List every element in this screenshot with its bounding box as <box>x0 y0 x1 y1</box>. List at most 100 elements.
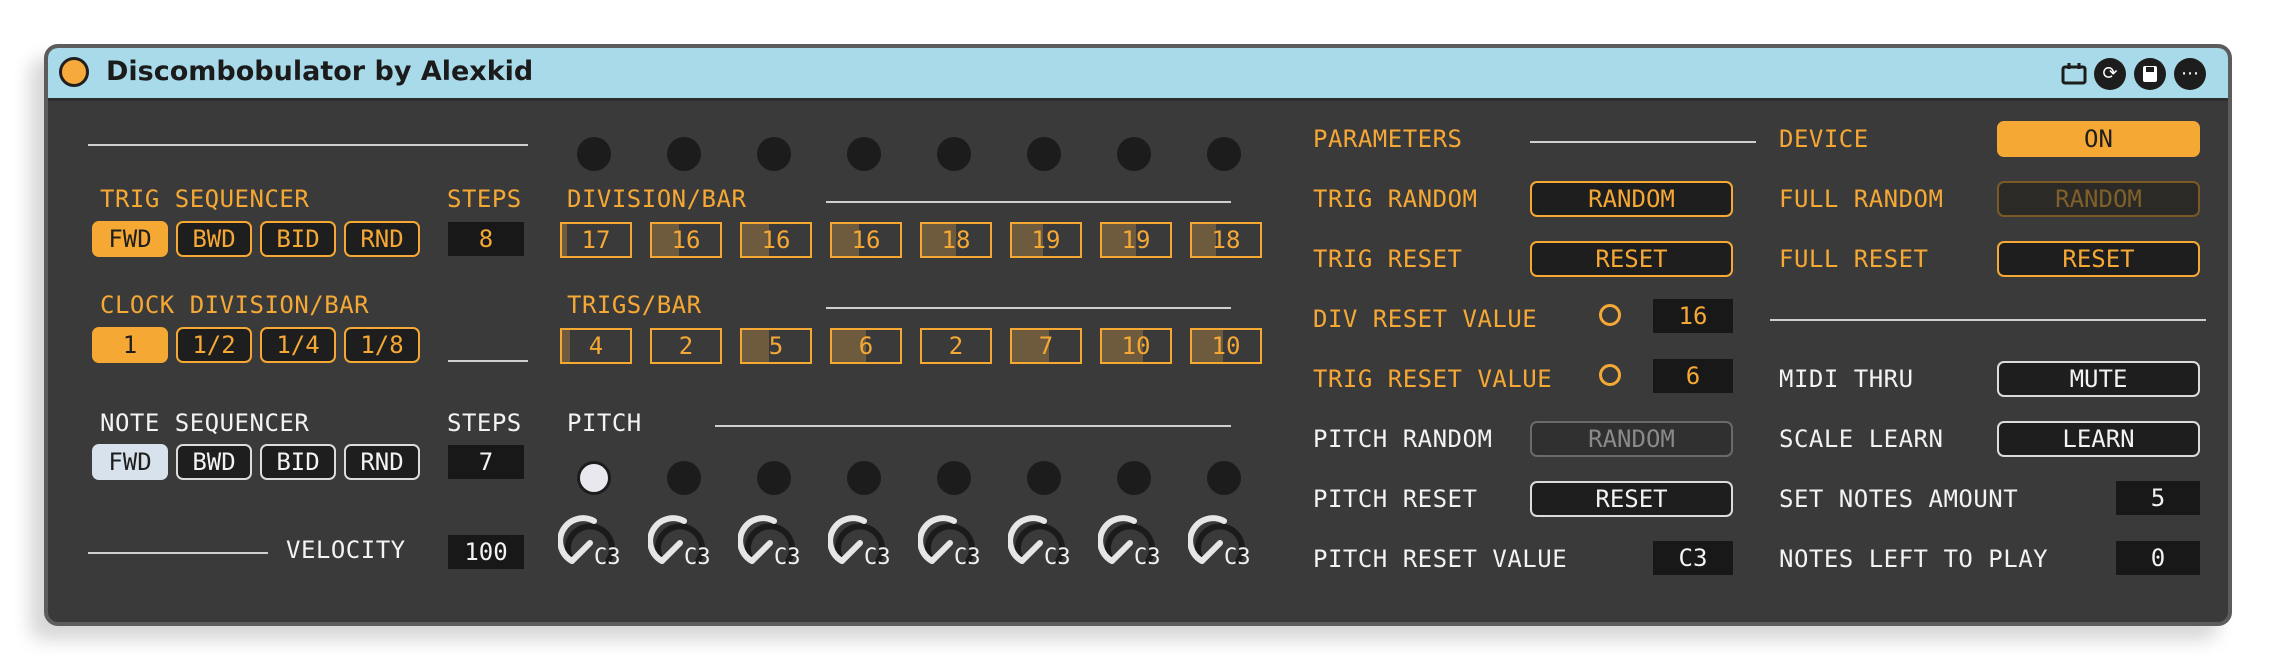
trigs-value: 10 <box>1121 332 1151 360</box>
note-mode-bwd-button[interactable]: BWD <box>176 444 252 480</box>
pitch-reset-value-label: PITCH RESET VALUE <box>1313 545 1568 573</box>
trigs-step-cell[interactable]: 2 <box>650 328 722 364</box>
trigs-value: 5 <box>768 332 784 360</box>
trig-step-dot <box>667 137 701 171</box>
full-reset-button[interactable]: RESET <box>1997 241 2200 277</box>
pitch-knob[interactable]: C3 <box>558 511 622 575</box>
pitch-label: PITCH <box>567 409 642 437</box>
pitch-knob[interactable]: C3 <box>828 511 892 575</box>
full-random-button[interactable]: RANDOM <box>1997 181 2200 217</box>
note-steps-value[interactable]: 7 <box>448 445 524 479</box>
division-step-cell[interactable]: 19 <box>1010 222 1082 258</box>
trigs-step-cell[interactable]: 10 <box>1100 328 1172 364</box>
trigs-step-cell[interactable]: 2 <box>920 328 992 364</box>
pitch-step-dot <box>1027 461 1061 495</box>
device-title: Discombobulator by Alexkid <box>106 56 534 87</box>
trig-random-button[interactable]: RANDOM <box>1530 181 1733 217</box>
refresh-icon[interactable]: ⟳ <box>2094 58 2126 90</box>
pitch-random-button[interactable]: RANDOM <box>1530 421 1733 457</box>
clock-1-4-button[interactable]: 1/4 <box>260 327 336 363</box>
pitch-knob[interactable]: C3 <box>738 511 802 575</box>
trig-step-dot <box>847 137 881 171</box>
division-step-cell[interactable]: 16 <box>740 222 812 258</box>
trig-mode-fwd-button[interactable]: FWD <box>92 221 168 257</box>
pitch-knob[interactable]: C3 <box>918 511 982 575</box>
pitch-note-label: C3 <box>1134 545 1161 570</box>
divider <box>826 307 1231 309</box>
divider <box>88 144 528 146</box>
pitch-knob[interactable]: C3 <box>1188 511 1252 575</box>
trig-steps-value[interactable]: 8 <box>448 222 524 256</box>
div-reset-value[interactable]: 16 <box>1653 299 1733 333</box>
set-notes-amount-value[interactable]: 5 <box>2116 481 2200 515</box>
pitch-knob[interactable]: C3 <box>648 511 712 575</box>
division-value: 17 <box>581 226 611 254</box>
division-step-cell[interactable]: 19 <box>1100 222 1172 258</box>
trigs-value: 6 <box>858 332 874 360</box>
trig-mode-rnd-button[interactable]: RND <box>344 221 420 257</box>
clock-1-8-button[interactable]: 1/8 <box>344 327 420 363</box>
trigs-step-cell[interactable]: 4 <box>560 328 632 364</box>
trig-mode-bid-button[interactable]: BID <box>260 221 336 257</box>
scale-learn-button[interactable]: LEARN <box>1997 421 2200 457</box>
trig-step-dot <box>1117 137 1151 171</box>
division-step-cell[interactable]: 18 <box>1190 222 1262 258</box>
trigs-step-cell[interactable]: 10 <box>1190 328 1262 364</box>
scale-learn-label: SCALE LEARN <box>1779 425 1944 453</box>
pitch-step-dot <box>937 461 971 495</box>
trigs-step-cell[interactable]: 7 <box>1010 328 1082 364</box>
trig-mode-bwd-button[interactable]: BWD <box>176 221 252 257</box>
pitch-knob[interactable]: C3 <box>1098 511 1162 575</box>
trig-reset-value[interactable]: 6 <box>1653 359 1733 393</box>
device-on-button[interactable]: ON <box>1997 121 2200 157</box>
notes-left-value: 0 <box>2116 541 2200 575</box>
calendar-icon[interactable] <box>2058 58 2090 90</box>
trig-reset-button[interactable]: RESET <box>1530 241 1733 277</box>
division-step-cell[interactable]: 18 <box>920 222 992 258</box>
note-mode-fwd-button[interactable]: FWD <box>92 444 168 480</box>
parameters-label: PARAMETERS <box>1313 125 1463 153</box>
div-reset-value-label: DIV RESET VALUE <box>1313 305 1538 333</box>
division-value: 19 <box>1031 226 1061 254</box>
pitch-knob[interactable]: C3 <box>1008 511 1072 575</box>
midi-thru-label: MIDI THRU <box>1779 365 1914 393</box>
division-step-cell[interactable]: 16 <box>830 222 902 258</box>
pitch-note-label: C3 <box>1224 545 1251 570</box>
pitch-reset-button[interactable]: RESET <box>1530 481 1733 517</box>
divider <box>448 360 528 362</box>
pitch-step-dot <box>847 461 881 495</box>
trig-step-dot <box>1027 137 1061 171</box>
trig-sequencer-label: TRIG SEQUENCER <box>100 185 310 213</box>
pitch-step-dot <box>667 461 701 495</box>
set-notes-amount-label: SET NOTES AMOUNT <box>1779 485 2019 513</box>
division-step-cell[interactable]: 16 <box>650 222 722 258</box>
div-reset-toggle[interactable] <box>1599 304 1621 326</box>
trig-reset-toggle[interactable] <box>1599 364 1621 386</box>
clock-1-2-button[interactable]: 1/2 <box>176 327 252 363</box>
division-step-cell[interactable]: 17 <box>560 222 632 258</box>
device-activator-button[interactable] <box>59 57 89 87</box>
notes-left-label: NOTES LEFT TO PLAY <box>1779 545 2049 573</box>
midi-thru-button[interactable]: MUTE <box>1997 361 2200 397</box>
save-icon[interactable] <box>2134 58 2166 90</box>
velocity-value[interactable]: 100 <box>448 535 524 569</box>
pitch-reset-value[interactable]: C3 <box>1653 541 1733 575</box>
pitch-step-dot <box>757 461 791 495</box>
trigs-value: 4 <box>588 332 604 360</box>
pitch-step-dot <box>577 461 611 495</box>
more-icon[interactable]: ⋯ <box>2174 58 2206 90</box>
trigs-value: 2 <box>678 332 694 360</box>
title-bar: Discombobulator by Alexkid ⟳ ⋯ <box>48 48 2228 101</box>
note-mode-bid-button[interactable]: BID <box>260 444 336 480</box>
division-value: 16 <box>761 226 791 254</box>
note-mode-rnd-button[interactable]: RND <box>344 444 420 480</box>
trigs-step-cell[interactable]: 6 <box>830 328 902 364</box>
trigs-step-cell[interactable]: 5 <box>740 328 812 364</box>
pitch-note-label: C3 <box>684 545 711 570</box>
trigs-bar-label: TRIGS/BAR <box>567 291 702 319</box>
pitch-random-label: PITCH RANDOM <box>1313 425 1493 453</box>
pitch-step-dot <box>1207 461 1241 495</box>
clock-1-button[interactable]: 1 <box>92 327 168 363</box>
division-value: 18 <box>1211 226 1241 254</box>
trig-step-dot <box>1207 137 1241 171</box>
